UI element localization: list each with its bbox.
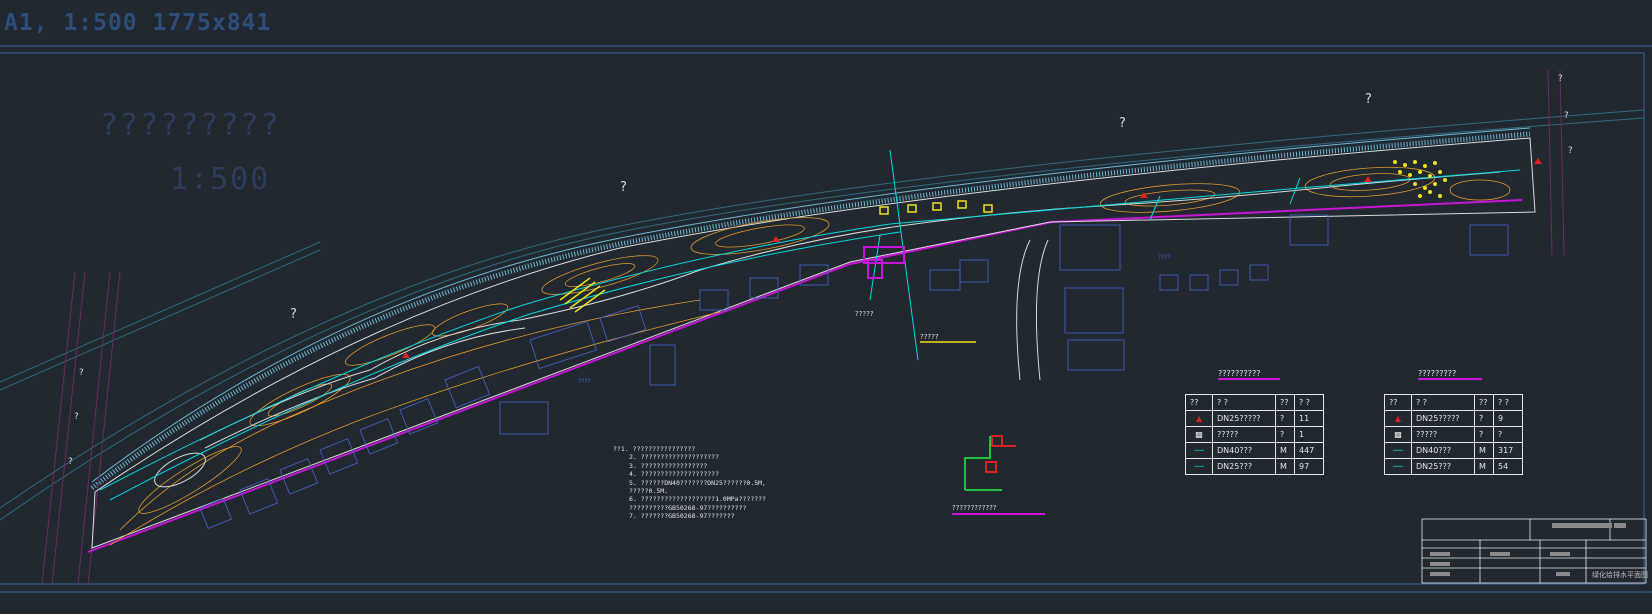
note-line: 4. ???????????????????? — [629, 470, 720, 479]
cell-unit: ? — [1474, 410, 1494, 427]
table-row: ▩ ????? ? 1 — [1185, 426, 1324, 443]
table-row: ── DN40??? M 447 — [1185, 442, 1324, 459]
label-east: ???? — [1158, 254, 1171, 261]
cell-name: DN25????? — [1212, 410, 1276, 427]
cell-name: ????? — [1212, 426, 1276, 443]
label-west: ???? — [578, 378, 591, 385]
cad-drawing-canvas[interactable] — [0, 0, 1652, 614]
valve-icon: ▩ — [1384, 426, 1412, 443]
cell-unit: M — [1474, 458, 1494, 475]
cell-qty: 54 — [1493, 458, 1523, 475]
col-symbol: ?? — [1384, 394, 1412, 411]
sprinkler-icon: ▲ — [1384, 410, 1412, 427]
cell-unit: ? — [1474, 426, 1494, 443]
shrub-markers — [559, 200, 993, 313]
valve-icon: ▩ — [1185, 426, 1213, 443]
table-row: ▩ ????? ? ? — [1384, 426, 1523, 443]
cell-qty: 1 — [1294, 426, 1324, 443]
col-qty: ? ? — [1294, 394, 1324, 411]
property-line — [87, 199, 1523, 553]
pipe-line-icon: ── — [1384, 442, 1412, 459]
drawing-name: 绿化给排水平面图 — [1592, 571, 1648, 579]
col-unit: ?? — [1474, 394, 1494, 411]
cell-qty: 11 — [1294, 410, 1324, 427]
cell-unit: ? — [1275, 426, 1295, 443]
cell-unit: M — [1275, 458, 1295, 475]
legend-table-1-title: ?????????? — [1218, 369, 1281, 380]
west-road — [41, 271, 121, 585]
pipe-line-icon: ── — [1185, 458, 1213, 475]
cell-name: DN40??? — [1212, 442, 1276, 459]
table-header-row: ?? ? ? ?? ? ? — [1185, 394, 1324, 411]
cell-name: DN40??? — [1411, 442, 1475, 459]
legend-table-1: ?? ? ? ?? ? ? ▲ DN25????? ? 11 ▩ ????? ?… — [1185, 394, 1324, 475]
label-q-7: ? — [68, 457, 73, 467]
label-q-9: ? — [1564, 111, 1569, 121]
col-unit: ?? — [1275, 394, 1295, 411]
cell-name: DN25??? — [1212, 458, 1276, 475]
cell-qty: ? — [1493, 426, 1523, 443]
table-header-row: ?? ? ? ?? ? ? — [1384, 394, 1523, 411]
label-q-4: ? — [290, 307, 297, 322]
legend-table-2: ?? ? ? ?? ? ? ▲ DN25????? ? 9 ▩ ????? ? … — [1384, 394, 1523, 475]
cell-unit: M — [1474, 442, 1494, 459]
pipe-line-icon: ── — [1185, 442, 1213, 459]
note-line: ??1. ???????????????? — [613, 445, 696, 453]
note-line: 5. ??????DN40???????DN25??????0.5M, — [629, 478, 766, 487]
sprinkler-markers — [402, 158, 1542, 358]
pump-house — [863, 246, 905, 279]
cell-qty: 317 — [1493, 442, 1523, 459]
cell-name: ????? — [1411, 426, 1475, 443]
legend-table-2-title: ????????? — [1418, 369, 1483, 380]
label-q-5: ? — [79, 368, 84, 378]
pipe-line-icon: ── — [1384, 458, 1412, 475]
note-line: 6. ???????????????????1.0MPa??????? — [629, 495, 766, 504]
design-notes: ??1. ???????????????? 2. ???????????????… — [613, 445, 766, 521]
col-name: ? ? — [1212, 394, 1276, 411]
note-line: ??????????GB50268-97?????????? — [629, 503, 747, 512]
note-line: ?????0.5M. — [629, 487, 669, 496]
label-q-10: ? — [1568, 146, 1573, 156]
col-qty: ? ? — [1493, 394, 1523, 411]
contour-lines — [109, 166, 1511, 546]
cell-qty: 9 — [1493, 410, 1523, 427]
cell-unit: ? — [1275, 410, 1295, 427]
label-junction: ????? — [920, 333, 939, 341]
table-row: ▲ DN25????? ? 9 — [1384, 410, 1523, 427]
table-row: ── DN25??? M 54 — [1384, 458, 1523, 475]
cell-name: DN25????? — [1411, 410, 1475, 427]
note-line: 2. ???????????????????? — [629, 453, 720, 462]
valve-detail — [952, 435, 1045, 515]
label-detail: ???????????? — [952, 504, 997, 512]
cell-qty: 447 — [1294, 442, 1324, 459]
table-row: ▲ DN25????? ? 11 — [1185, 410, 1324, 427]
sprinkler-icon: ▲ — [1185, 410, 1213, 427]
cell-unit: M — [1275, 442, 1295, 459]
col-name: ? ? — [1411, 394, 1475, 411]
label-q-8: ? — [1558, 74, 1563, 84]
cell-name: DN25??? — [1411, 458, 1475, 475]
col-symbol: ?? — [1185, 394, 1213, 411]
table-row: ── DN25??? M 97 — [1185, 458, 1324, 475]
label-q-3: ? — [1365, 92, 1372, 107]
label-center: ????? — [855, 310, 874, 318]
cell-qty: 97 — [1294, 458, 1324, 475]
label-q-6: ? — [74, 412, 79, 422]
note-line: 7. ???????GB50268-97??????? — [629, 512, 735, 521]
label-q-2: ? — [1119, 116, 1126, 131]
buildings — [199, 214, 1509, 529]
east-road — [1547, 69, 1565, 256]
note-line: 3. ????????????????? — [629, 461, 708, 470]
table-row: ── DN40??? M 317 — [1384, 442, 1523, 459]
label-q-1: ? — [620, 180, 627, 195]
